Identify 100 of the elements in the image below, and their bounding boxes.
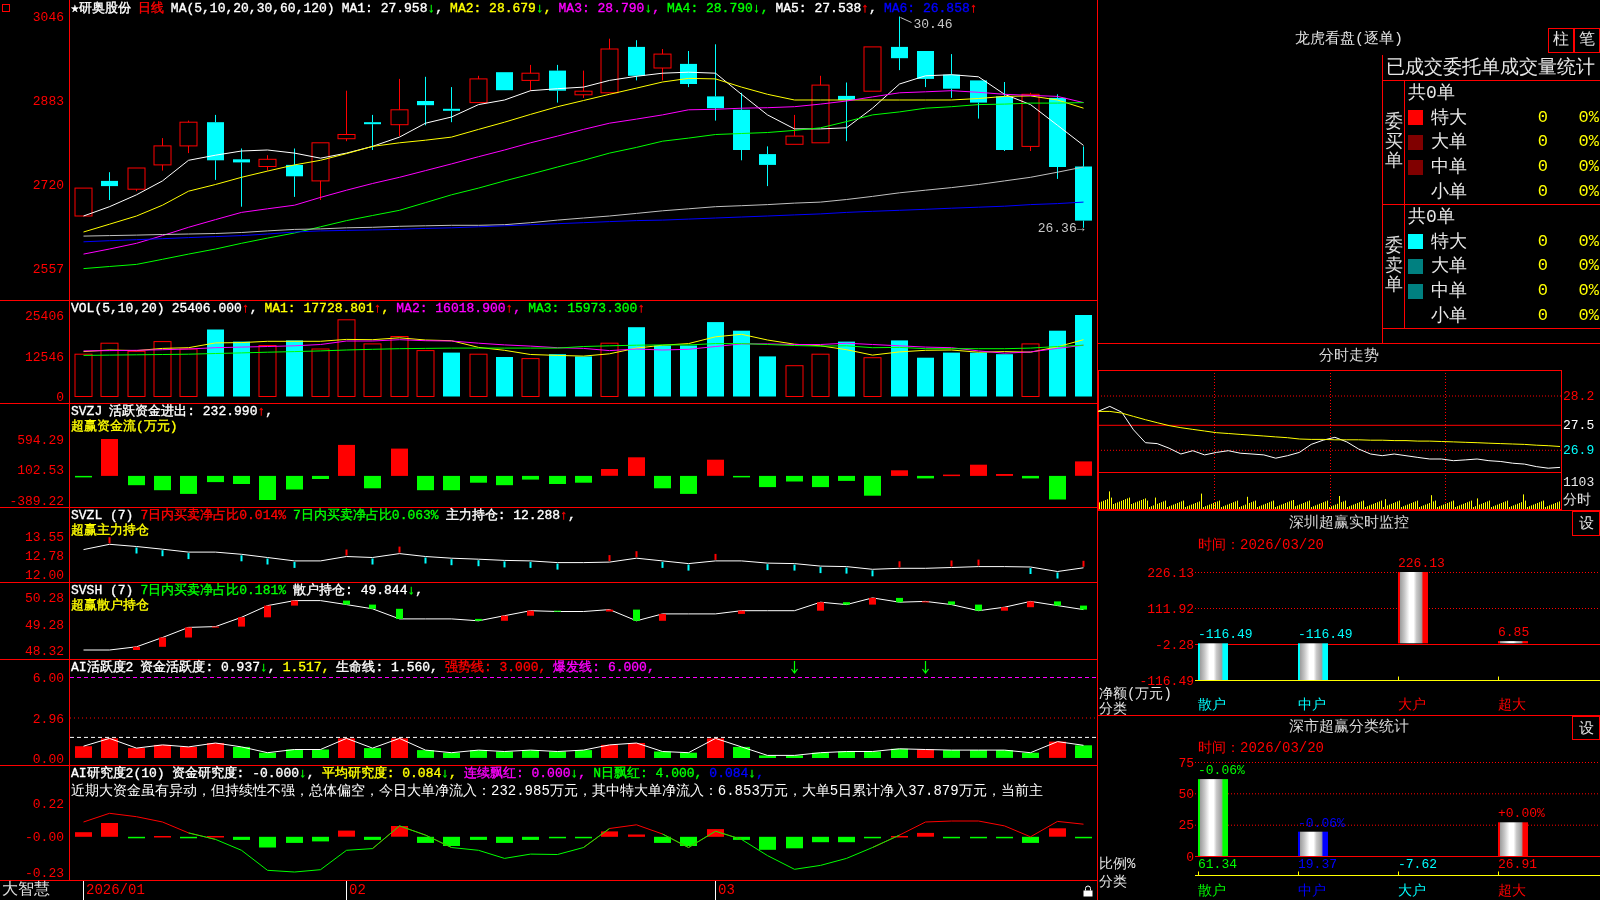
activity-bar xyxy=(75,746,92,758)
candlestick xyxy=(443,86,460,123)
order-count: 0 xyxy=(1537,256,1548,277)
research-bar xyxy=(286,836,303,843)
legend-entry: MA6: 26.858↑ xyxy=(883,1,978,16)
activity-bar xyxy=(864,751,881,758)
settings-button[interactable]: 设 xyxy=(1572,716,1600,740)
axis-tick-label: -0.00 xyxy=(25,830,64,846)
volume-bar xyxy=(811,353,830,397)
candlestick xyxy=(258,154,277,172)
lock-icon[interactable] xyxy=(1083,884,1093,897)
down-arrow-icon xyxy=(790,660,799,674)
candlestick xyxy=(680,50,697,88)
volume-bar xyxy=(469,353,488,397)
change-bar xyxy=(185,627,192,638)
category-bar xyxy=(1498,641,1528,644)
research-bar xyxy=(180,836,197,839)
axis-tick-label: 13.55 xyxy=(25,530,64,546)
legend-entry: 0.084↓, xyxy=(709,766,764,781)
research-bar xyxy=(1075,836,1092,839)
fund-flow-bar xyxy=(759,475,776,488)
legend-entry: MA1: 17728.801↑, xyxy=(264,301,390,316)
candlestick xyxy=(390,78,409,137)
axis-tick-label: 25406 xyxy=(25,308,64,324)
order-size-label: 小单 xyxy=(1431,181,1467,202)
candlestick xyxy=(207,114,224,181)
research-bar xyxy=(601,831,618,837)
view-toggle-button[interactable]: 笔 xyxy=(1574,28,1600,53)
activity-bar xyxy=(970,750,987,758)
change-bar xyxy=(738,610,745,614)
legend-entry: 平均研究度: 0.084↓, xyxy=(321,766,457,781)
candlestick xyxy=(996,81,1013,152)
research-bar xyxy=(1049,828,1066,837)
legend-entry: 主力持仓: 12.288↑, xyxy=(445,508,576,523)
research-bar xyxy=(917,832,934,837)
volume-bar xyxy=(759,356,776,397)
legend-entry: MA2: 16018.900↑, xyxy=(396,301,522,316)
fund-flow-bar xyxy=(312,475,329,479)
order-share: 0% xyxy=(1578,256,1600,277)
order-share: 0% xyxy=(1578,157,1600,178)
research-bar xyxy=(391,826,408,837)
candlestick xyxy=(417,76,434,126)
legend-entry: 7日内买卖净占比0.181% xyxy=(140,583,287,598)
legend-entry: MA1: 27.958↓, xyxy=(341,1,444,16)
fund-flow-bar xyxy=(443,475,460,491)
activity-bar xyxy=(128,748,145,758)
category-label: 大户 xyxy=(1398,883,1426,899)
order-share: 0% xyxy=(1578,281,1600,302)
value-label: -116.49 xyxy=(1198,627,1253,643)
activity-bar xyxy=(286,749,303,758)
change-bar xyxy=(369,604,376,609)
candlestick xyxy=(863,46,882,92)
fund-flow-bar xyxy=(286,475,303,490)
legend-entry: 连续飘红: 0.000↓, xyxy=(463,766,587,781)
category-label: 超大 xyxy=(1498,883,1526,899)
section-title: 分时走势 xyxy=(1319,348,1379,366)
activity-bar xyxy=(996,750,1013,758)
activity-bar xyxy=(417,750,434,758)
axis-tick-label: 27.5 xyxy=(1563,418,1595,434)
volume-bar xyxy=(153,341,172,397)
fund-flow-bar xyxy=(75,475,92,478)
activity-bar xyxy=(575,750,592,758)
activity-bar xyxy=(680,752,697,758)
order-count: 0 xyxy=(1537,281,1548,302)
order-size-label: 特大 xyxy=(1431,107,1467,128)
axis-tick-label: -2.28 xyxy=(1155,637,1194,653)
legend-entry: 日线 xyxy=(137,1,164,16)
settings-button[interactable]: 设 xyxy=(1572,511,1600,536)
order-count: 0 xyxy=(1537,305,1548,326)
activity-bar xyxy=(364,748,381,758)
fund-flow-bar xyxy=(417,475,434,491)
axis-tick-label: 49.28 xyxy=(25,618,64,633)
legend-entry: MA4: 28.790↓, xyxy=(667,1,769,16)
research-bar xyxy=(364,836,381,840)
activity-bar xyxy=(522,750,539,758)
view-toggle-button[interactable]: 柱 xyxy=(1548,28,1574,53)
legend-entry: 资金活跃度: 0.937↓, xyxy=(140,660,276,675)
legend-entry: ★研奥股份 xyxy=(71,1,131,16)
research-bar xyxy=(759,836,776,850)
candlestick xyxy=(785,114,804,145)
volume-bar xyxy=(127,350,146,397)
axis-tick-label: 2720 xyxy=(32,178,64,193)
research-bar xyxy=(233,836,250,840)
axis-tick-label: 28.2 xyxy=(1563,389,1595,404)
axis-tick-label: 12.00 xyxy=(25,568,64,582)
square-icon[interactable] xyxy=(2,4,10,12)
category-bar xyxy=(1498,822,1528,856)
category-bar xyxy=(1298,643,1328,680)
research-bar xyxy=(417,836,434,843)
category-label: 散户 xyxy=(1198,697,1226,713)
activity-bar xyxy=(786,755,803,758)
axis-title: 分类 xyxy=(1099,701,1127,715)
order-size-label: 大单 xyxy=(1431,256,1467,277)
volume-bar xyxy=(496,357,513,397)
group-label: 委卖单 xyxy=(1384,236,1403,297)
order-share: 0% xyxy=(1578,231,1600,252)
axis-tick-label: 3046 xyxy=(32,10,64,25)
fund-flow-bar xyxy=(470,475,487,483)
volume-bar xyxy=(970,352,987,397)
research-bar xyxy=(707,829,724,837)
